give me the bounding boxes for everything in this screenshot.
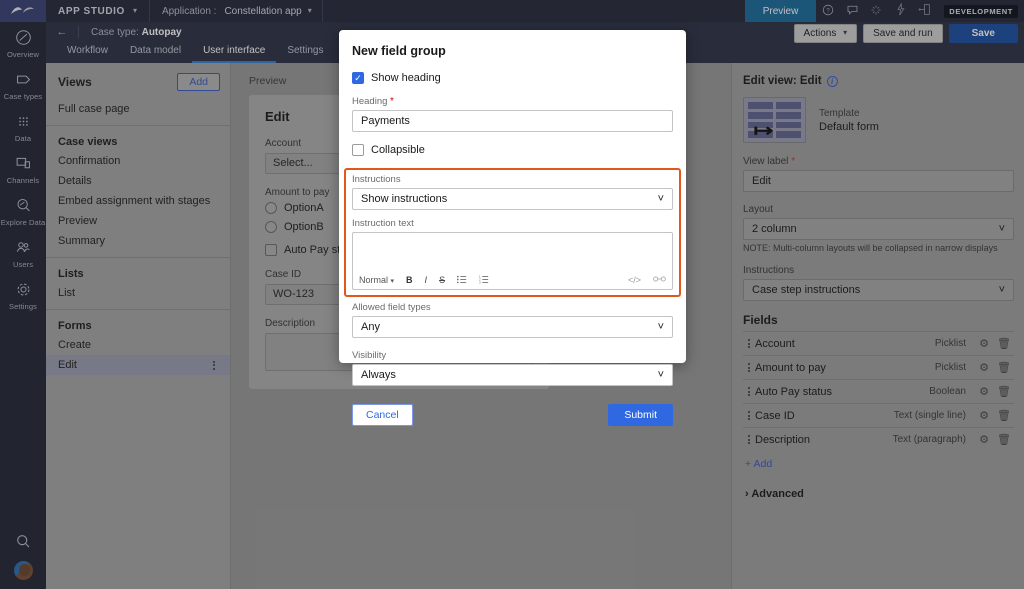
chevron-down-icon: ˅ xyxy=(657,321,664,333)
checkbox-icon xyxy=(352,144,364,156)
chevron-down-icon: ▾ xyxy=(390,278,395,285)
show-heading-label: Show heading xyxy=(371,72,441,84)
submit-button[interactable]: Submit xyxy=(608,404,673,426)
rte-bold-button[interactable]: B xyxy=(400,275,419,285)
rte-code-button[interactable]: </> xyxy=(622,275,647,285)
visibility-value: Always xyxy=(361,369,396,381)
collapsible-label: Collapsible xyxy=(371,144,425,156)
instructions-highlight-region: Instructions Show instructions ˅ Instruc… xyxy=(344,168,681,297)
instructions-select[interactable]: Show instructions ˅ xyxy=(352,188,673,210)
instructions-label: Instructions xyxy=(352,174,401,185)
visibility-select[interactable]: Always ˅ xyxy=(352,364,673,386)
allowed-field-types-value: Any xyxy=(361,321,380,333)
cancel-button[interactable]: Cancel xyxy=(352,404,413,426)
heading-value: Payments xyxy=(361,115,410,127)
rte-toolbar: Normal ▾ B I S 123 </> xyxy=(353,271,672,289)
dialog-buttons: Cancel Submit xyxy=(352,398,673,426)
heading-label: Heading * xyxy=(352,96,673,107)
collapsible-checkbox[interactable]: Collapsible xyxy=(352,144,673,156)
show-heading-checkbox[interactable]: ✓ Show heading xyxy=(352,72,673,84)
allowed-field-types-label: Allowed field types xyxy=(352,302,431,313)
svg-text:3: 3 xyxy=(479,280,481,284)
visibility-label: Visibility xyxy=(352,350,387,361)
checkbox-checked-icon: ✓ xyxy=(352,72,364,84)
heading-label-text: Heading xyxy=(352,96,388,107)
bullet-list-icon[interactable] xyxy=(451,275,473,286)
instruction-text-label: Instruction text xyxy=(352,218,414,229)
chevron-down-icon: ˅ xyxy=(657,369,664,381)
rte-italic-button[interactable]: I xyxy=(419,275,434,285)
allowed-field-types-select[interactable]: Any ˅ xyxy=(352,316,673,338)
dialog-title: New field group xyxy=(352,44,446,58)
chevron-down-icon: ˅ xyxy=(657,193,664,205)
rte-strikethrough-button[interactable]: S xyxy=(433,275,451,285)
instruction-text-editor[interactable]: Normal ▾ B I S 123 </> xyxy=(352,232,673,290)
heading-input[interactable]: Payments xyxy=(352,110,673,132)
instructions-value: Show instructions xyxy=(361,193,448,205)
numbered-list-icon[interactable]: 123 xyxy=(473,274,495,286)
new-field-group-dialog: New field group ✓ Show heading Heading *… xyxy=(339,30,686,426)
rte-style-dropdown[interactable]: Normal ▾ xyxy=(359,275,400,285)
rte-style-label: Normal xyxy=(359,275,389,285)
required-marker: * xyxy=(390,96,394,107)
link-icon[interactable] xyxy=(647,275,666,285)
